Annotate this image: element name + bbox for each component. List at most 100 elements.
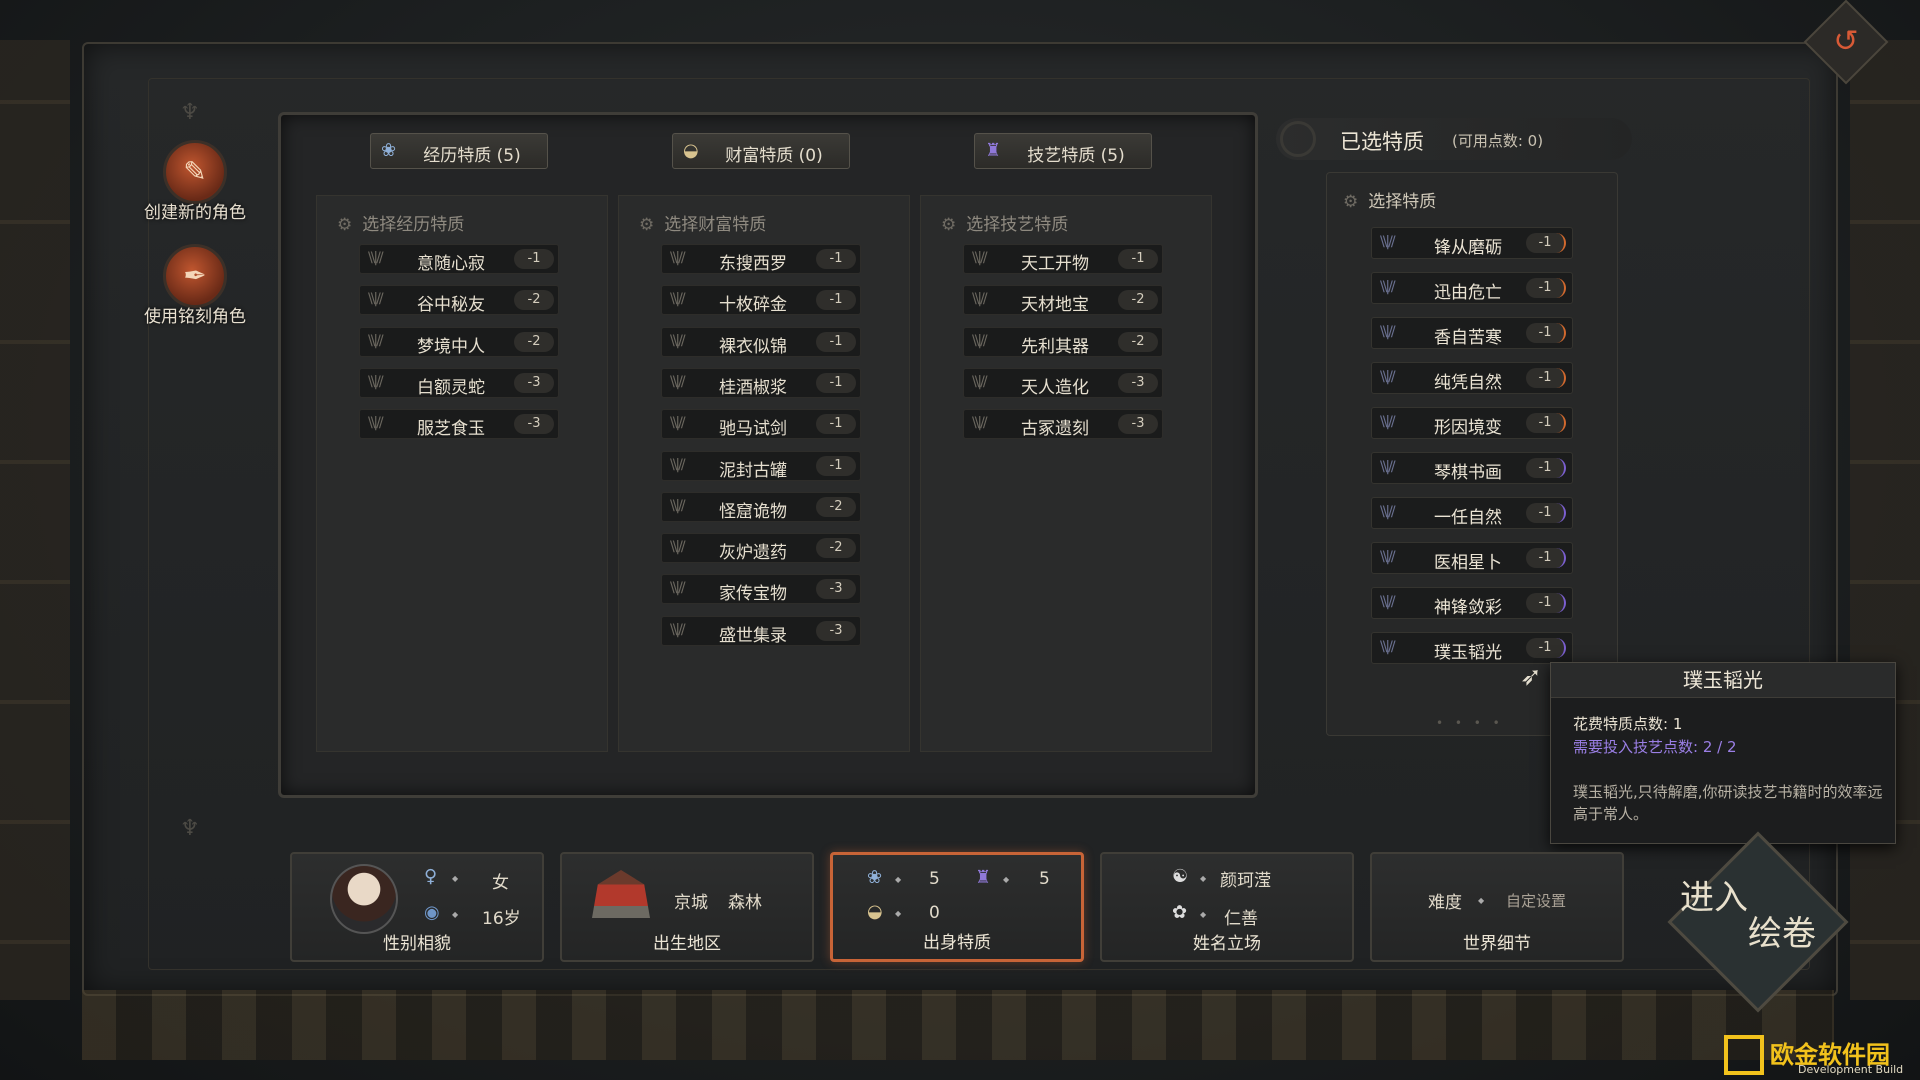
fan-icon: \\|// xyxy=(1380,414,1396,430)
trait-item[interactable]: \\|// 服芝食玉 -3 xyxy=(359,409,559,440)
palace-icon xyxy=(592,870,650,918)
tab-skill-traits[interactable]: ♜ 技艺特质 (5) xyxy=(974,133,1152,169)
name-stance-label: 姓名立场 xyxy=(1193,934,1261,954)
experience-trait-column: ⚙ 选择经历特质 \\|// 意随心寂 -1 \\|// 谷中秘友 -2 \\|// 梦境中人 -… xyxy=(316,195,608,752)
stance-icon: ✿ xyxy=(1172,902,1188,923)
trait-item[interactable]: \\|// 驰马试剑 -1 xyxy=(661,409,861,440)
lotus-icon: ❀ xyxy=(867,867,883,888)
column-title: ⚙ 选择技艺特质 xyxy=(941,215,1069,235)
trait-name: 梦境中人 xyxy=(417,336,485,357)
fan-icon: \\|// xyxy=(1380,234,1396,250)
tab-label: 经历特质 (5) xyxy=(423,146,521,166)
fan-icon: \\|// xyxy=(972,415,988,432)
trait-item[interactable]: \\|// 桂酒椒浆 -1 xyxy=(661,367,861,398)
pager-dots: • • • • xyxy=(1436,716,1504,730)
trait-name: 古冢遗刻 xyxy=(1021,419,1089,440)
trait-name: 琴棋书画 xyxy=(1434,463,1502,483)
selected-trait-item[interactable]: \\|// 一任自然 -1 xyxy=(1371,497,1573,529)
fan-icon: \\|// xyxy=(368,415,384,432)
tab-wealth-traits[interactable]: ◒ 财富特质 (0) xyxy=(672,133,850,169)
fan-icon: \\|// xyxy=(670,291,686,308)
gear-icon: ⚙ xyxy=(337,215,353,235)
trait-cost: -3 xyxy=(816,620,856,641)
fan-icon: \\|// xyxy=(670,497,686,514)
trait-name: 迅由危亡 xyxy=(1434,283,1502,303)
tab-experience-traits[interactable]: ❀ 经历特质 (5) xyxy=(370,133,548,169)
fan-icon: \\|// xyxy=(1380,504,1396,520)
world-details-card[interactable]: 难度 ◆ 自定设置 世界细节 xyxy=(1370,852,1624,962)
gear-icon: ⚙ xyxy=(1343,192,1359,212)
fan-icon: \\|// xyxy=(368,250,384,266)
ingot-icon: ◒ xyxy=(683,140,699,161)
selected-traits-title: 已选特质 xyxy=(1340,130,1424,154)
selected-trait-item[interactable]: \\|// 医相星卜 -1 xyxy=(1371,542,1573,574)
experience-trait-count: 5 xyxy=(929,869,940,889)
trait-item[interactable]: \\|// 怪窟诡物 -2 xyxy=(661,491,861,522)
birth-region-card[interactable]: 京城 森林 出生地区 xyxy=(560,852,814,962)
trait-name: 香自苦寒 xyxy=(1434,328,1502,348)
trait-name: 怪窟诡物 xyxy=(719,501,787,522)
trait-item[interactable]: \\|// 古冢遗刻 -3 xyxy=(963,409,1163,440)
trait-cost: -1 xyxy=(816,372,856,393)
use-engraved-character-button[interactable]: ✒ 使用铭刻角色 xyxy=(135,244,255,334)
gender-appearance-card[interactable]: ♀ ◆ 女 ◉ ◆ 16岁 性别相貌 xyxy=(290,852,544,962)
skill-trait-count: 5 xyxy=(1039,869,1050,889)
trait-name: 东搜西罗 xyxy=(719,254,787,274)
trait-name: 家传宝物 xyxy=(719,584,787,605)
trait-item[interactable]: \\|// 白额灵蛇 -3 xyxy=(359,367,559,398)
trait-item[interactable]: \\|// 泥封古罐 -1 xyxy=(661,450,861,481)
trait-item[interactable]: \\|// 梦境中人 -2 xyxy=(359,326,559,357)
name-stance-card[interactable]: ☯ ◆ 颜珂滢 ✿ ◆ 仁善 姓名立场 xyxy=(1100,852,1354,962)
trait-cost: -2 xyxy=(816,496,856,517)
trait-item[interactable]: \\|// 天人造化 -3 xyxy=(963,367,1163,398)
trait-item[interactable]: \\|// 东搜西罗 -1 xyxy=(661,244,861,274)
trait-cost: -3 xyxy=(1118,414,1158,435)
trait-cost: -1 xyxy=(1526,593,1566,613)
selected-trait-item[interactable]: \\|// 锋从磨砺 -1 xyxy=(1371,227,1573,259)
enter-label-line2[interactable]: 绘卷 xyxy=(1748,906,1816,955)
left-border-pattern xyxy=(0,40,70,1000)
trait-cost: -3 xyxy=(514,414,554,435)
fan-icon: \\|// xyxy=(972,373,988,390)
tooltip-requirement: 需要投入技艺点数: 2 / 2 xyxy=(1573,738,1737,756)
trait-item[interactable]: \\|// 灰炉遗药 -2 xyxy=(661,533,861,564)
trait-tooltip: 璞玉韬光 花费特质点数: 1 需要投入技艺点数: 2 / 2 璞玉韬光,只待解磨… xyxy=(1550,662,1896,844)
trait-cost: -1 xyxy=(816,249,856,269)
ingot-icon: ◒ xyxy=(867,901,883,922)
selected-trait-item[interactable]: \\|// 形因境变 -1 xyxy=(1371,407,1573,439)
tooltip-description: 璞玉韬光,只待解磨,你研读技艺书籍时的效率远高于常人。 xyxy=(1573,783,1883,823)
trait-cost: -1 xyxy=(1118,249,1158,269)
fan-icon: \\|// xyxy=(1380,639,1396,655)
tooltip-cost: 花费特质点数: 1 xyxy=(1573,715,1683,733)
trait-cost: -2 xyxy=(1118,290,1158,311)
selected-trait-item[interactable]: \\|// 纯凭自然 -1 xyxy=(1371,362,1573,394)
fan-icon: \\|// xyxy=(368,373,384,390)
fan-icon: \\|// xyxy=(670,456,686,473)
enter-label-line1[interactable]: 进入 xyxy=(1680,870,1748,919)
trait-item[interactable]: \\|// 先利其器 -2 xyxy=(963,326,1163,357)
watermark: 欧金软件园 Development Build xyxy=(1722,1033,1918,1079)
trait-item[interactable]: \\|// 裸衣似锦 -1 xyxy=(661,326,861,357)
trait-cost: -1 xyxy=(1526,503,1566,523)
selected-trait-item[interactable]: \\|// 琴棋书画 -1 xyxy=(1371,452,1573,484)
trait-item[interactable]: \\|// 盛世集录 -3 xyxy=(661,615,861,646)
trait-item[interactable]: \\|// 天工开物 -1 xyxy=(963,244,1163,274)
trait-item[interactable]: \\|// 意随心寂 -1 xyxy=(359,244,559,274)
create-new-character-button[interactable]: ✎ 创建新的角色 xyxy=(135,140,255,230)
trait-item[interactable]: \\|// 谷中秘友 -2 xyxy=(359,285,559,316)
trait-item[interactable]: \\|// 十枚碎金 -1 xyxy=(661,285,861,316)
available-points: (可用点数: 0) xyxy=(1452,132,1544,150)
selected-trait-item[interactable]: \\|// 迅由危亡 -1 xyxy=(1371,272,1573,304)
trait-item[interactable]: \\|// 家传宝物 -3 xyxy=(661,574,861,605)
trait-cost: -1 xyxy=(1526,548,1566,568)
selected-trait-item[interactable]: \\|// 璞玉韬光 -1 xyxy=(1371,632,1573,664)
origin-traits-card[interactable]: ❀ ◆ 5 ♜ ◆ 5 ◒ ◆ 0 出身特质 xyxy=(830,852,1084,962)
selected-subtitle: ⚙ 选择特质 xyxy=(1343,192,1437,212)
trait-name: 神锋敛彩 xyxy=(1434,598,1502,618)
fan-icon: \\|// xyxy=(670,373,686,390)
selected-trait-item[interactable]: \\|// 香自苦寒 -1 xyxy=(1371,317,1573,349)
selected-trait-item[interactable]: \\|// 神锋敛彩 -1 xyxy=(1371,587,1573,619)
trait-item[interactable]: \\|// 天材地宝 -2 xyxy=(963,285,1163,316)
selected-traits-header: 已选特质 (可用点数: 0) xyxy=(1276,118,1632,160)
lotus-ornament-icon-bottom: ♆ xyxy=(180,816,200,841)
